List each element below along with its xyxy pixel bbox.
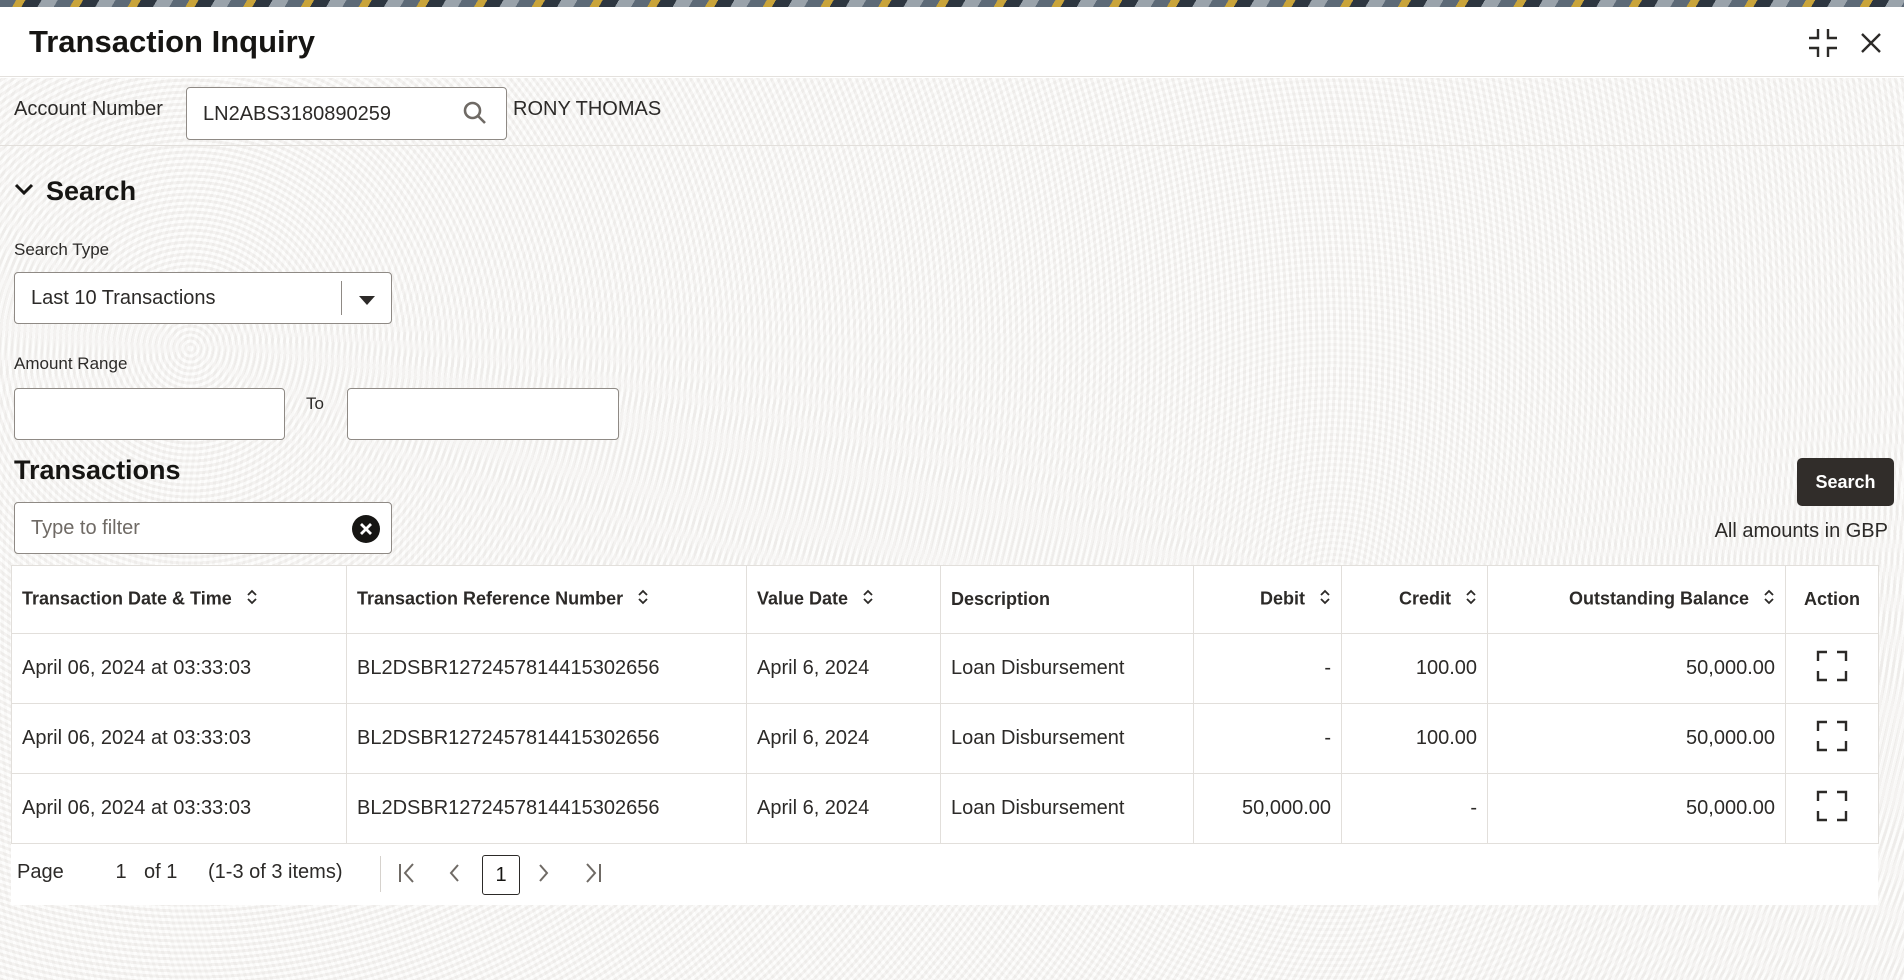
cell-value-date: April 6, 2024 <box>746 703 941 774</box>
transactions-table: Transaction Date & Time Transaction Refe… <box>11 565 1879 844</box>
sort-icon[interactable] <box>1465 588 1477 611</box>
column-header[interactable]: Outstanding Balance <box>1487 565 1786 634</box>
currency-note: All amounts in GBP <box>1714 520 1888 542</box>
transactions-title: Transactions <box>14 455 181 485</box>
cell-reference: BL2DSBR1272457814415302656 <box>346 703 747 774</box>
cell-credit: 100.00 <box>1341 633 1488 704</box>
table-row: April 06, 2024 at 03:33:03 BL2DSBR127245… <box>11 773 1879 844</box>
search-section-title: Search <box>46 176 137 206</box>
main-content: Account Number LN2ABS3180890259 RONY THO… <box>0 78 1904 980</box>
cell-datetime: April 06, 2024 at 03:33:03 <box>11 773 347 844</box>
sort-icon[interactable] <box>862 588 874 611</box>
cell-action <box>1785 773 1879 844</box>
cell-debit: - <box>1193 703 1342 774</box>
last-page-icon[interactable] <box>581 860 603 891</box>
search-icon[interactable] <box>462 100 488 131</box>
cell-action <box>1785 633 1879 704</box>
cell-balance: 50,000.00 <box>1487 773 1786 844</box>
expand-icon[interactable] <box>1816 790 1848 827</box>
cell-reference: BL2DSBR1272457814415302656 <box>346 633 747 704</box>
cell-description: Loan Disbursement <box>940 703 1194 774</box>
page-number-input[interactable]: 1 <box>106 861 136 884</box>
filter-placeholder: Type to filter <box>31 517 140 539</box>
search-section-toggle[interactable]: Search <box>14 176 136 207</box>
cell-datetime: April 06, 2024 at 03:33:03 <box>11 703 347 774</box>
sort-icon[interactable] <box>637 588 649 611</box>
sort-icon[interactable] <box>1763 588 1775 611</box>
cell-reference: BL2DSBR1272457814415302656 <box>346 773 747 844</box>
table-row: April 06, 2024 at 03:33:03 BL2DSBR127245… <box>11 633 1879 704</box>
column-header[interactable]: Credit <box>1341 565 1488 634</box>
title-bar: Transaction Inquiry <box>0 7 1904 77</box>
next-page-icon[interactable] <box>534 860 552 891</box>
previous-page-icon[interactable] <box>446 860 464 891</box>
column-header[interactable]: Transaction Date & Time <box>11 565 347 634</box>
clear-filter-icon[interactable] <box>351 514 381 549</box>
search-type-value: Last 10 Transactions <box>31 287 216 309</box>
account-bar: Account Number LN2ABS3180890259 RONY THO… <box>0 78 1904 146</box>
amount-from-input[interactable] <box>14 388 285 440</box>
cell-value-date: April 6, 2024 <box>746 633 941 704</box>
table-row: April 06, 2024 at 03:33:03 BL2DSBR127245… <box>11 703 1879 774</box>
items-range-label: (1-3 of 3 items) <box>208 861 343 883</box>
page-title: Transaction Inquiry <box>29 24 315 59</box>
cell-balance: 50,000.00 <box>1487 703 1786 774</box>
column-header[interactable]: Debit <box>1193 565 1342 634</box>
pagination-bar: Page 1 of 1 (1-3 of 3 items) 1 <box>11 843 1878 905</box>
table-header-row: Transaction Date & Time Transaction Refe… <box>11 565 1879 634</box>
expand-icon[interactable] <box>1816 650 1848 687</box>
chevron-down-icon <box>14 182 34 201</box>
sort-icon[interactable] <box>1319 588 1331 611</box>
close-icon[interactable] <box>1851 23 1891 63</box>
sort-icon[interactable] <box>246 588 258 611</box>
cell-description: Loan Disbursement <box>940 633 1194 704</box>
account-number-value: LN2ABS3180890259 <box>203 103 391 125</box>
page-of-label: of 1 <box>144 861 178 883</box>
column-header: Description <box>940 565 1194 634</box>
amount-to-input[interactable] <box>347 388 619 440</box>
account-number-field[interactable]: LN2ABS3180890259 <box>186 87 507 140</box>
first-page-icon[interactable] <box>397 860 419 891</box>
cell-credit: 100.00 <box>1341 703 1488 774</box>
cell-value-date: April 6, 2024 <box>746 773 941 844</box>
amount-range-label: Amount Range <box>14 354 128 373</box>
filter-input[interactable]: Type to filter <box>14 502 392 554</box>
cell-debit: - <box>1193 633 1342 704</box>
page-label: Page <box>17 861 64 883</box>
search-button[interactable]: Search <box>1797 458 1894 506</box>
column-header: Action <box>1785 565 1879 634</box>
column-header[interactable]: Value Date <box>746 565 941 634</box>
account-holder-name: RONY THOMAS <box>513 98 662 120</box>
search-type-select[interactable]: Last 10 Transactions <box>14 272 392 324</box>
maximize-icon[interactable] <box>1803 23 1843 63</box>
expand-icon[interactable] <box>1816 720 1848 757</box>
cell-action <box>1785 703 1879 774</box>
account-number-label: Account Number <box>14 98 163 120</box>
pager-divider <box>380 856 381 892</box>
cell-credit: - <box>1341 773 1488 844</box>
column-header[interactable]: Transaction Reference Number <box>346 565 747 634</box>
search-type-label: Search Type <box>14 240 110 259</box>
cell-description: Loan Disbursement <box>940 773 1194 844</box>
amount-to-label: To <box>306 394 324 413</box>
cell-debit: 50,000.00 <box>1193 773 1342 844</box>
dropdown-caret-icon[interactable] <box>359 293 375 311</box>
top-decoration-strip <box>0 0 1904 7</box>
cell-datetime: April 06, 2024 at 03:33:03 <box>11 633 347 704</box>
current-page-button[interactable]: 1 <box>482 855 520 895</box>
select-divider <box>341 281 342 315</box>
cell-balance: 50,000.00 <box>1487 633 1786 704</box>
